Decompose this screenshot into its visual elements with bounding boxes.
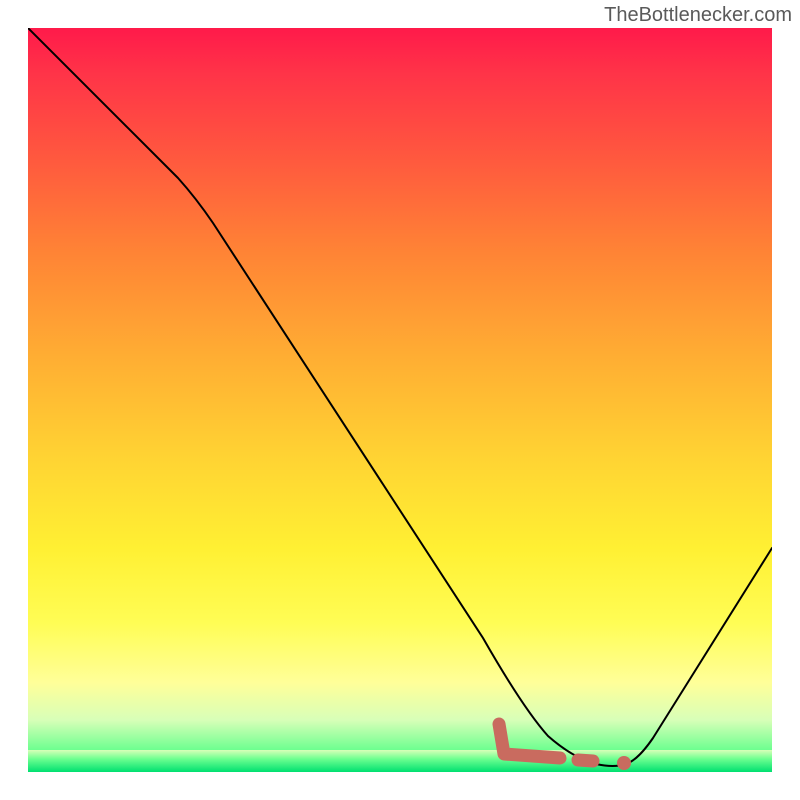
watermark-text: TheBottlenecker.com [604,4,792,27]
optimum-marker-dash [578,760,593,761]
bottleneck-curve-line [28,28,772,766]
optimum-marker-l [499,724,560,758]
optimum-marker-dot [617,756,631,770]
chart-svg-layer [28,28,772,772]
chart-plot-area [28,28,772,772]
